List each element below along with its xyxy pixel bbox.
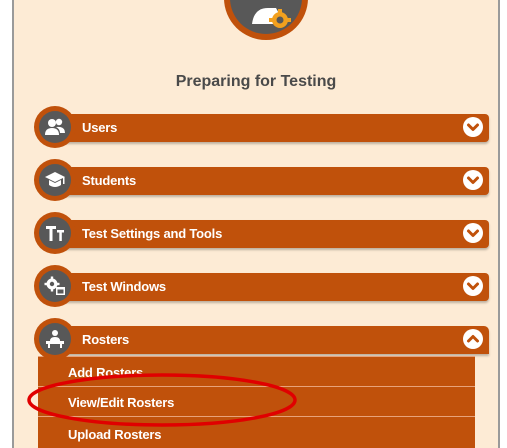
section-hero-icon xyxy=(224,0,308,40)
graduation-cap-icon xyxy=(39,164,71,196)
calendar-gear-icon xyxy=(39,270,71,302)
text-tools-icon xyxy=(39,217,71,249)
chevron-down-icon[interactable] xyxy=(463,117,483,137)
accordion-icon-badge xyxy=(34,318,76,360)
submenu-item-upload-rosters[interactable]: Upload Rosters xyxy=(38,416,475,446)
rosters-submenu: Add Rosters View/Edit Rosters Upload Ros… xyxy=(38,356,475,448)
accordion-icon-badge xyxy=(34,265,76,307)
accordion-item-test-settings-and-tools[interactable]: Test Settings and Tools xyxy=(34,212,489,254)
submenu-item-label: Add Rosters xyxy=(68,365,144,380)
admin-gear-icon xyxy=(230,0,302,34)
presenter-icon xyxy=(39,323,71,355)
submenu-item-view-edit-rosters[interactable]: View/Edit Rosters xyxy=(38,386,475,416)
accordion-item-students[interactable]: Students xyxy=(34,159,489,201)
accordion-icon-badge xyxy=(34,106,76,148)
accordion-label: Test Windows xyxy=(82,279,166,294)
accordion-label: Users xyxy=(82,120,118,135)
accordion-label: Rosters xyxy=(82,332,130,347)
submenu-item-label: Upload Rosters xyxy=(68,427,162,442)
chevron-down-icon[interactable] xyxy=(463,223,483,243)
accordion-item-rosters[interactable]: Rosters xyxy=(34,318,489,360)
page: Preparing for Testing Users Students Tes… xyxy=(0,0,507,448)
accordion-item-users[interactable]: Users xyxy=(34,106,489,148)
chevron-up-icon[interactable] xyxy=(463,329,483,349)
submenu-item-add-rosters[interactable]: Add Rosters xyxy=(38,356,475,386)
accordion-bar[interactable] xyxy=(52,114,489,142)
accordion-label: Test Settings and Tools xyxy=(82,226,223,241)
section-title: Preparing for Testing xyxy=(175,73,337,90)
accordion-label: Students xyxy=(82,173,137,188)
chevron-down-icon[interactable] xyxy=(463,276,483,296)
chevron-down-icon[interactable] xyxy=(463,170,483,190)
submenu-item-label: View/Edit Rosters xyxy=(68,395,175,410)
accordion-icon-badge xyxy=(34,159,76,201)
accordion-item-test-windows[interactable]: Test Windows xyxy=(34,265,489,307)
accordion-icon-badge xyxy=(34,212,76,254)
users-icon xyxy=(39,111,71,143)
